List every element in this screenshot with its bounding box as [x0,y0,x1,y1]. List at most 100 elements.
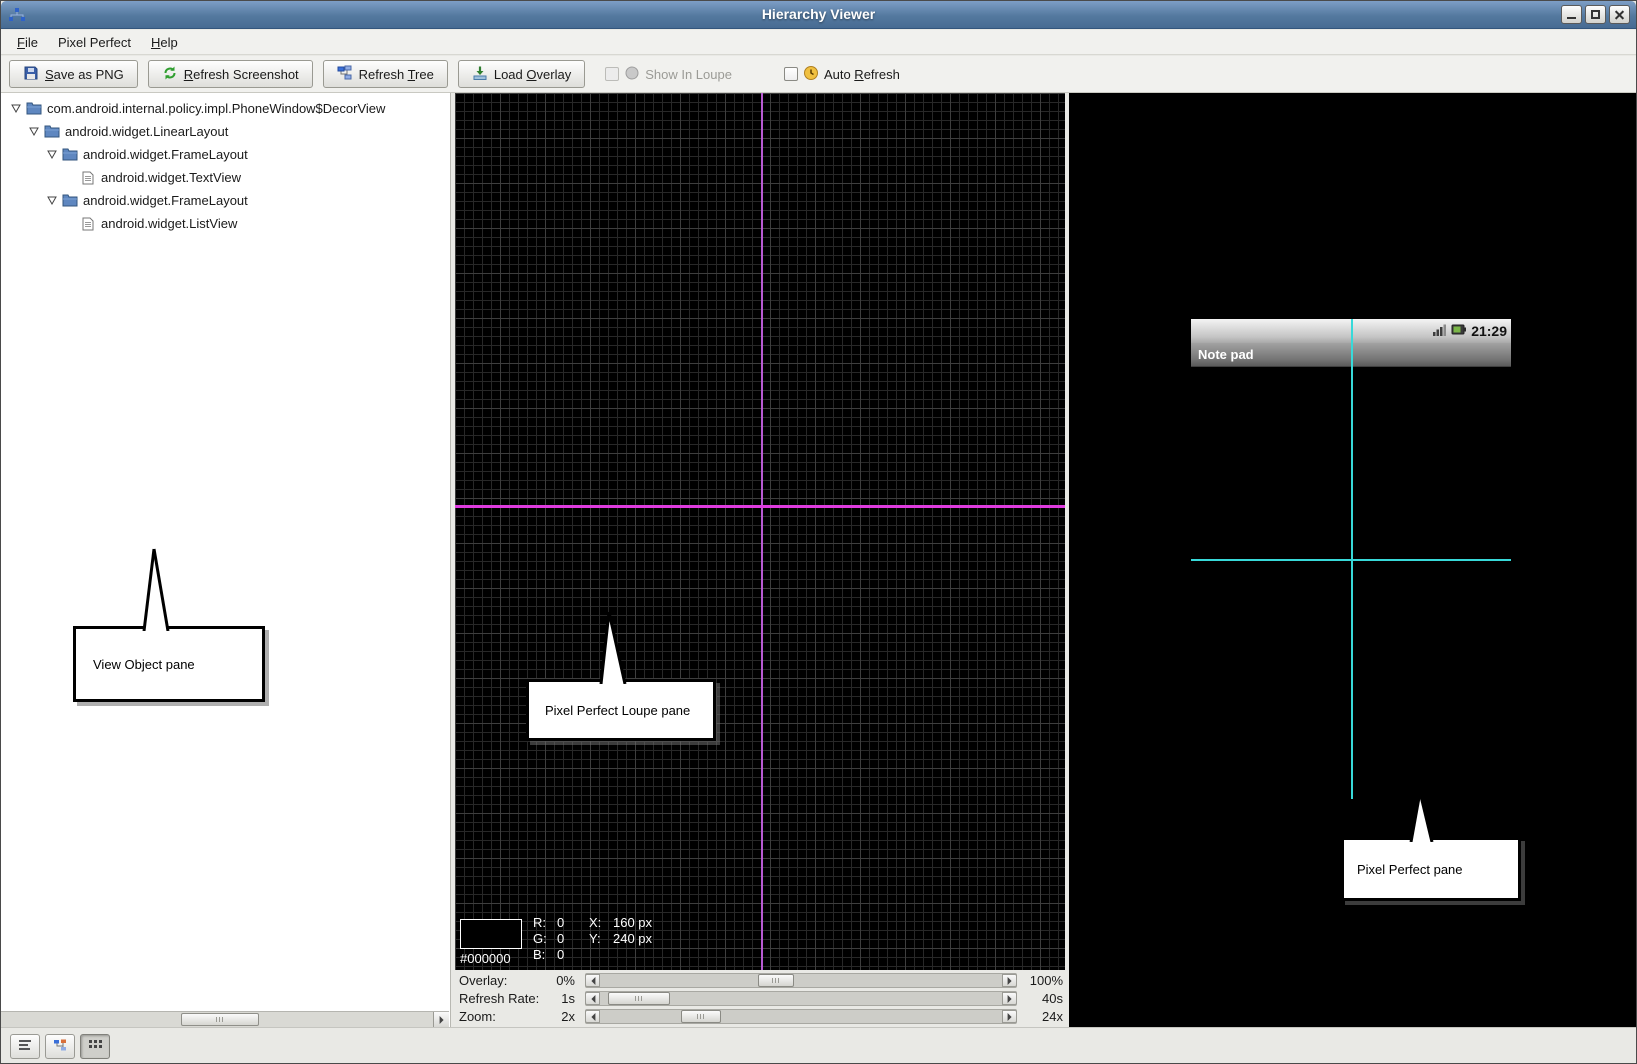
pixel-perfect-callout-spike [1405,790,1437,842]
battery-icon [1451,323,1467,339]
tree-item-textview[interactable]: android.widget.TextView [1,166,450,189]
refresh-rate-label: Refresh Rate: [455,991,547,1006]
tree-horizontal-scrollbar[interactable] [1,1011,449,1027]
tree-item-linearlayout[interactable]: android.widget.LinearLayout [1,120,450,143]
view-object-pane: com.android.internal.policy.impl.PhoneWi… [1,93,451,1027]
overlay-slider-thumb[interactable] [758,974,794,987]
tree-item-label: android.widget.ListView [97,216,237,231]
xy-readout: X:160 px Y:240 px [589,915,652,947]
loupe-sphere-icon [624,65,640,84]
tree-scrollbar-thumb[interactable] [181,1013,259,1026]
overlay-slider-right-arrow[interactable] [1002,974,1017,987]
tree-item-label: android.widget.FrameLayout [79,193,248,208]
expander-icon[interactable] [47,193,57,208]
tree-item-framelayout-2[interactable]: android.widget.FrameLayout [1,189,450,212]
x-label: X: [589,915,613,931]
app-title-label: Note pad [1198,347,1254,362]
pixel-perfect-view-button[interactable] [80,1034,110,1059]
auto-refresh-checkbox-box[interactable] [784,67,798,81]
show-in-loupe-checkbox-box [605,67,619,81]
overlay-slider-left-arrow[interactable] [585,974,600,987]
minimize-icon [1567,17,1576,19]
refresh-rate-slider[interactable] [585,991,1017,1006]
device-crosshair-horizontal[interactable] [1191,559,1511,561]
y-value: 240 px [613,931,652,947]
floppy-disk-icon [23,65,39,84]
layout-view-button[interactable] [10,1034,40,1059]
zoom-slider-thumb[interactable] [681,1010,721,1023]
load-overlay-button[interactable]: Load Overlay [458,60,585,88]
folder-icon [25,102,43,115]
refresh-screenshot-button[interactable]: Refresh Screenshot [148,60,313,88]
overlay-max-label: 100% [1023,973,1065,988]
zoom-slider-row: Zoom: 2x 24x [455,1008,1065,1025]
save-as-png-button[interactable]: Save as PNG [9,60,138,88]
tree-item-decorview[interactable]: com.android.internal.policy.impl.PhoneWi… [1,97,450,120]
close-button[interactable] [1609,5,1630,24]
loupe-pane-callout: Pixel Perfect Loupe pane [526,679,716,741]
loupe-control-panel: Overlay: 0% 100% Refresh Rate: 1s 40s Zo… [455,970,1065,1027]
document-icon [79,171,97,185]
menu-file[interactable]: File [7,32,48,53]
overlay-slider-row: Overlay: 0% 100% [455,972,1065,989]
clock-icon [803,65,819,84]
close-icon [1610,6,1629,23]
zoom-slider[interactable] [585,1009,1017,1024]
refresh-rate-slider-row: Refresh Rate: 1s 40s [455,990,1065,1007]
r-value: 0 [557,915,564,931]
tree-item-label: com.android.internal.policy.impl.PhoneWi… [43,101,385,116]
zoom-value: 2x [547,1009,575,1024]
r-label: R: [533,915,557,931]
tree-item-framelayout-1[interactable]: android.widget.FrameLayout [1,143,450,166]
overlay-value: 0% [547,973,575,988]
folder-icon [61,194,79,207]
loupe-callout-label: Pixel Perfect Loupe pane [545,703,690,718]
refresh-icon [162,65,178,84]
auto-refresh-checkbox[interactable]: Auto Refresh [784,65,900,84]
folder-icon [43,125,61,138]
overlay-slider[interactable] [585,973,1017,988]
maximize-icon [1591,10,1600,19]
refresh-rate-slider-left-arrow[interactable] [585,992,600,1005]
loupe-crosshair-vertical[interactable] [761,93,763,970]
refresh-tree-button[interactable]: Refresh Tree [323,60,448,88]
titlebar[interactable]: Hierarchy Viewer [1,1,1636,29]
pixel-perfect-loupe-pane[interactable]: Pixel Perfect Loupe pane #000000 R:0 G:0… [455,93,1065,970]
toolbar: Save as PNG Refresh Screenshot Refresh T… [1,56,1636,93]
hierarchy-viewer-window: Hierarchy Viewer File Pixel Perfect Help… [0,0,1637,1064]
refresh-rate-slider-thumb[interactable] [608,992,670,1005]
tree-view-button[interactable] [45,1034,75,1059]
refresh-rate-slider-right-arrow[interactable] [1002,992,1017,1005]
loupe-pixel-grid[interactable] [455,93,1065,970]
color-hex-value: #000000 [460,951,511,966]
status-bar-clock: 21:29 [1471,323,1507,339]
b-value: 0 [557,947,564,963]
menu-help[interactable]: Help [141,32,188,53]
refresh-screenshot-label: Refresh Screenshot [184,67,299,82]
expander-icon[interactable] [11,101,21,116]
tree-icon [337,65,353,84]
tree-scrollbar-right-arrow[interactable] [433,1012,449,1027]
zoom-slider-left-arrow[interactable] [585,1010,600,1023]
color-swatch [460,919,522,949]
tree-item-listview[interactable]: android.widget.ListView [1,212,450,235]
maximize-button[interactable] [1585,5,1606,24]
g-value: 0 [557,931,564,947]
pixel-perfect-pane[interactable]: 21:29 Note pad Pixel Perfect pane [1069,93,1637,1027]
zoom-slider-right-arrow[interactable] [1002,1010,1017,1023]
tree-item-label: android.widget.FrameLayout [79,147,248,162]
tree-item-label: android.widget.TextView [97,170,241,185]
document-icon [79,217,97,231]
expander-icon[interactable] [29,124,39,139]
menu-pixel-perfect[interactable]: Pixel Perfect [48,32,141,53]
tree-item-label: android.widget.LinearLayout [61,124,228,139]
loupe-crosshair-horizontal[interactable] [455,505,1065,508]
menubar: File Pixel Perfect Help [1,30,1636,55]
bottom-toolbar [1,1027,1636,1064]
view-hierarchy-tree: com.android.internal.policy.impl.PhoneWi… [1,93,450,235]
expander-icon[interactable] [47,147,57,162]
save-as-png-label: Save as PNG [45,67,124,82]
overlay-label: Overlay: [455,973,547,988]
minimize-button[interactable] [1561,5,1582,24]
refresh-rate-max-label: 40s [1023,991,1065,1006]
